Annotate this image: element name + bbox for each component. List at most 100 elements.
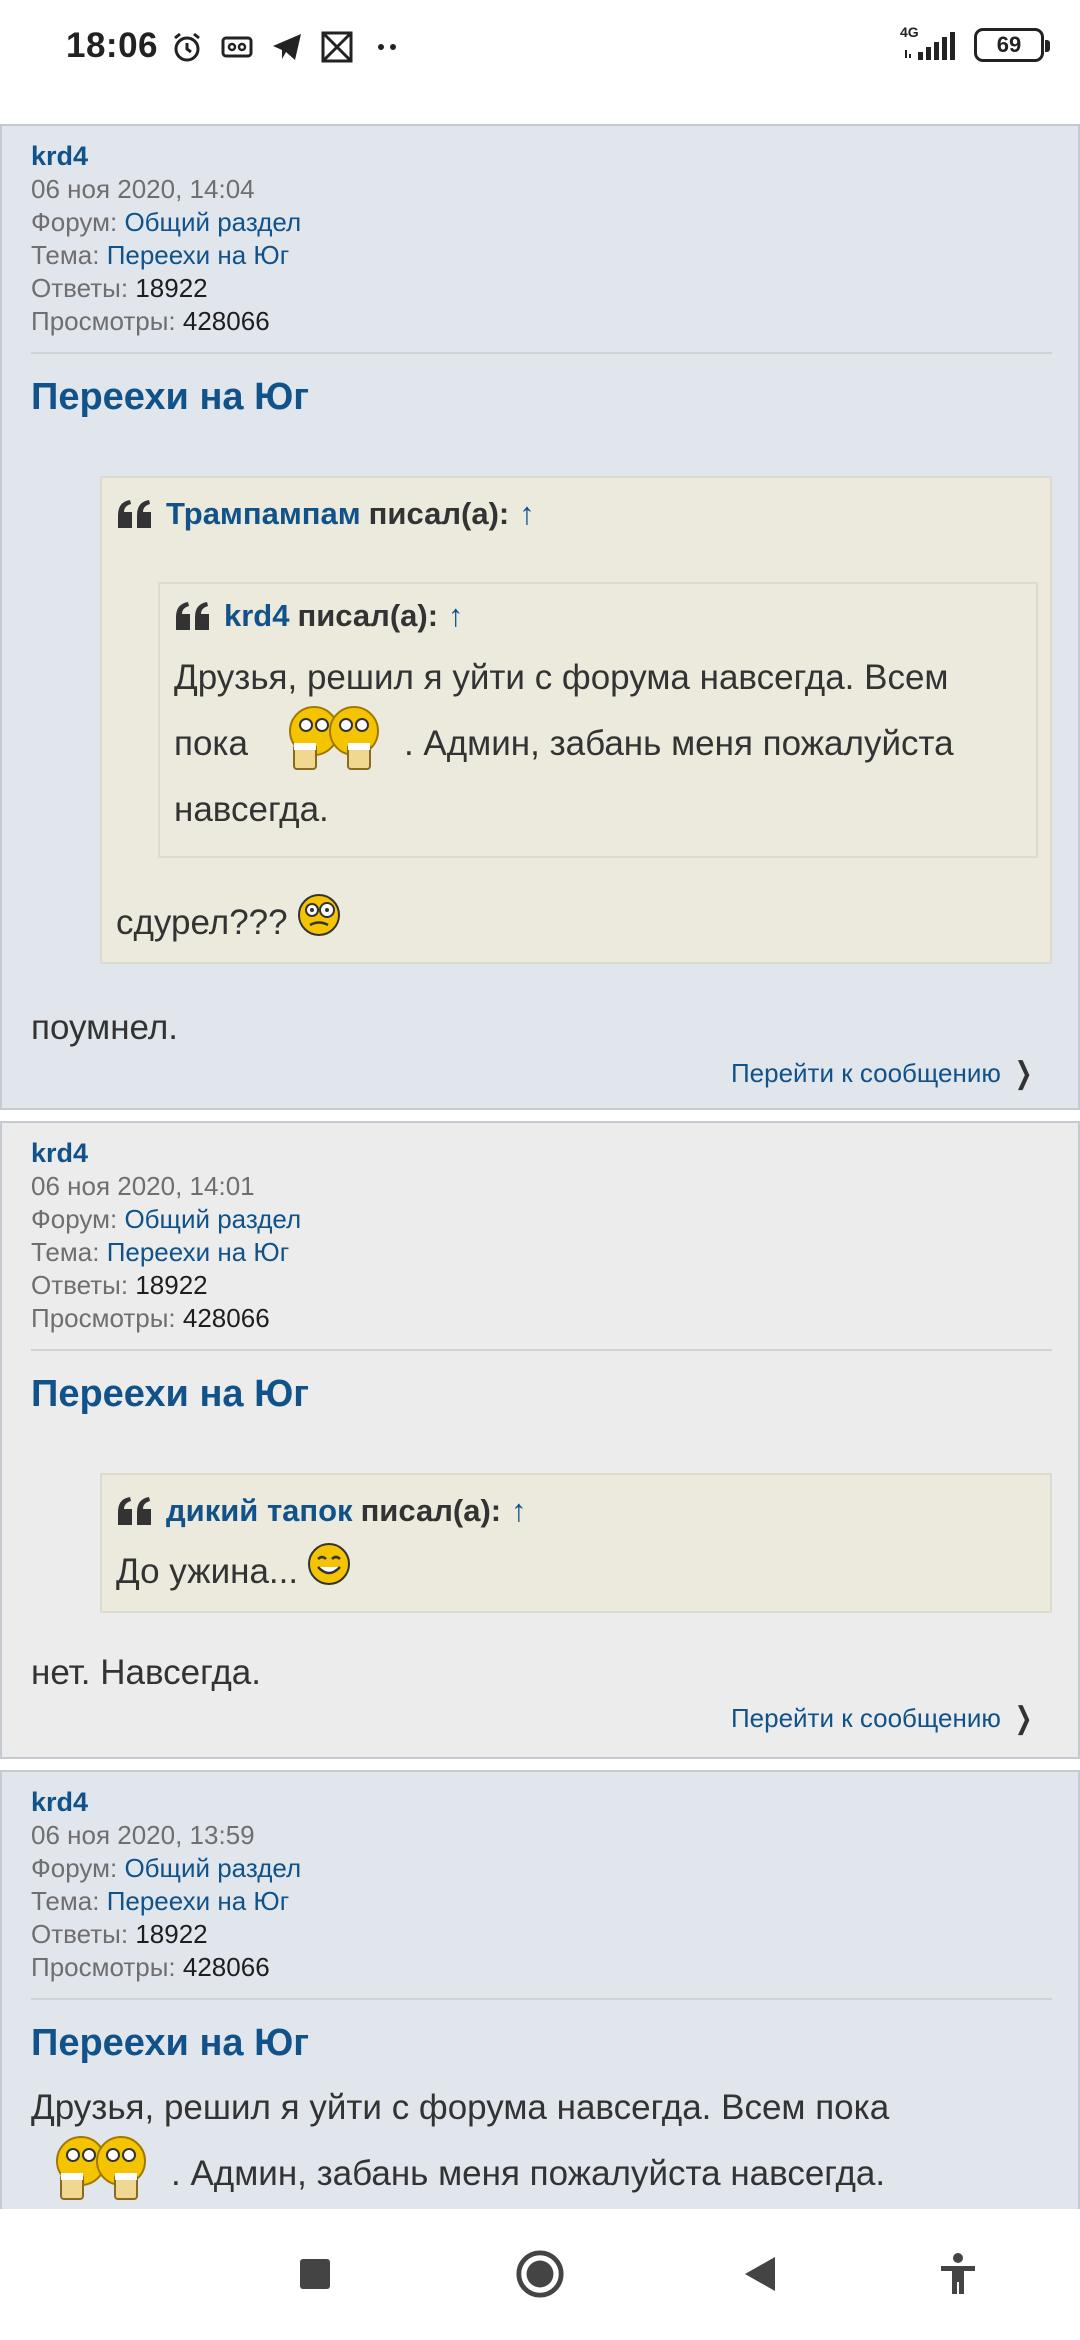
quote-icon — [174, 601, 212, 631]
forum-label: Форум: — [31, 207, 118, 237]
status-system-icons: 4G 69 — [900, 24, 1050, 62]
status-notification-icons — [170, 30, 404, 64]
quote-author-link[interactable]: дикий тапок — [166, 1493, 353, 1529]
beer-smiley-icon — [53, 2131, 149, 2218]
post-title[interactable]: Переехи на Юг — [31, 1373, 309, 1416]
quote-icon — [116, 1496, 154, 1526]
post-author[interactable]: krd4 — [31, 141, 88, 171]
post-title[interactable]: Переехи на Юг — [31, 376, 309, 419]
goto-post-link[interactable]: Перейти к сообщению ❯ — [731, 1701, 1036, 1736]
system-nav-bar — [0, 2209, 1080, 2340]
quote-source-link[interactable]: ↑ — [448, 598, 464, 634]
goto-post-label: Перейти к сообщению — [730, 1703, 1001, 1733]
telegram-icon — [270, 30, 304, 64]
back-triangle-icon[interactable] — [735, 2249, 785, 2299]
post-content: нет. Навсегда. — [31, 1653, 261, 1692]
quote-header: дикий тапок писал(а): ↑ — [116, 1493, 527, 1529]
post-title[interactable]: Переехи на Юг — [31, 2022, 309, 2065]
quote-source-link[interactable]: ↑ — [511, 1493, 527, 1529]
search-result-post: krd4 06 ноя 2020, 14:01 Форум: Общий раз… — [0, 1121, 1080, 1759]
views-label: Просмотры: — [31, 306, 176, 336]
quote-wrote: писал(а): — [360, 1493, 502, 1528]
chevron-right-icon: ❯ — [1014, 1702, 1033, 1735]
network-type: 4G — [900, 24, 919, 40]
quote-author-link[interactable]: krd4 — [224, 598, 289, 634]
replies-count: 18922 — [135, 273, 208, 303]
post-meta: krd4 06 ноя 2020, 14:01 Форум: Общий раз… — [2, 1137, 301, 1335]
quote-text-line: пока — [174, 724, 248, 763]
topic-link[interactable]: Переехи на Юг — [107, 240, 290, 270]
quote-wrote: писал(а): — [368, 496, 510, 531]
goto-post-label: Перейти к сообщению — [730, 1058, 1001, 1088]
quote-source-link[interactable]: ↑ — [519, 496, 535, 532]
views-label: Просмотры: — [31, 1303, 176, 1333]
quote-text: До ужина... — [116, 1541, 352, 1602]
quote-icon — [116, 499, 154, 529]
home-circle-icon[interactable] — [515, 2249, 565, 2299]
post-meta: krd4 06 ноя 2020, 14:04 Форум: Общий раз… — [2, 140, 301, 338]
more-dots-icon — [370, 30, 404, 64]
quote-text-line: До ужина... — [116, 1551, 299, 1591]
forum-link[interactable]: Общий раздел — [124, 207, 301, 237]
quote-header: krd4 писал(а): ↑ — [174, 598, 464, 634]
quote-text-line: Друзья, решил я уйти с форума навсегда. … — [174, 658, 949, 697]
search-result-post: krd4 06 ноя 2020, 14:04 Форум: Общий раз… — [0, 124, 1080, 1110]
post-content: поумнел. — [31, 1008, 178, 1047]
topic-link[interactable]: Переехи на Юг — [107, 1886, 290, 1916]
views-count: 428066 — [182, 306, 270, 336]
replies-label: Ответы: — [31, 1919, 129, 1949]
voicemail-icon — [220, 30, 254, 64]
signal-icon: 4G — [900, 24, 960, 62]
status-time: 18:06 — [66, 26, 159, 65]
views-label: Просмотры: — [31, 1952, 176, 1982]
post-divider — [31, 1998, 1052, 2000]
quote-text: сдурел??? — [116, 892, 342, 953]
quote-wrote: писал(а): — [297, 598, 439, 633]
post-content: Друзья, решил я уйти с форума навсегда. … — [31, 2082, 1051, 2214]
forum-label: Форум: — [31, 1204, 118, 1234]
forum-link[interactable]: Общий раздел — [124, 1204, 301, 1234]
beer-smiley-icon — [286, 701, 382, 788]
post-divider — [31, 1349, 1052, 1351]
smile-smiley-icon — [306, 1541, 352, 1602]
recents-square-icon[interactable] — [290, 2249, 340, 2299]
quote-text-line: сдурел??? — [116, 902, 288, 942]
post-content-line: . Админ, забань меня пожалуйста навсегда… — [171, 2154, 886, 2193]
replies-count: 18922 — [135, 1270, 208, 1300]
post-date: 06 ноя 2020, 14:01 — [31, 1171, 255, 1201]
alarm-icon — [170, 30, 204, 64]
quote-header: Трампампам писал(а): ↑ — [116, 496, 535, 532]
replies-label: Ответы: — [31, 273, 129, 303]
nested-quote-block: krd4 писал(а): ↑ Друзья, решил я уйти с … — [158, 582, 1038, 858]
views-count: 428066 — [182, 1952, 270, 1982]
views-count: 428066 — [182, 1303, 270, 1333]
topic-label: Тема: — [31, 240, 100, 270]
post-content-line: Друзья, решил я уйти с форума навсегда. … — [31, 2088, 890, 2127]
forum-link[interactable]: Общий раздел — [124, 1853, 301, 1883]
post-author[interactable]: krd4 — [31, 1787, 88, 1817]
quote-block: Трампампам писал(а): ↑ krd4 писал(а): ↑ … — [100, 476, 1052, 964]
post-divider — [31, 352, 1052, 354]
battery-indicator: 69 — [974, 28, 1050, 62]
quote-text-line: . Админ, забань меня пожалуйста — [403, 724, 954, 763]
topic-label: Тема: — [31, 1886, 100, 1916]
post-date: 06 ноя 2020, 14:04 — [31, 174, 255, 204]
accessibility-icon[interactable] — [933, 2249, 983, 2299]
topic-link[interactable]: Переехи на Юг — [107, 1237, 290, 1267]
post-author[interactable]: krd4 — [31, 1138, 88, 1168]
chevron-right-icon: ❯ — [1014, 1057, 1033, 1090]
topic-label: Тема: — [31, 1237, 100, 1267]
quote-text: Друзья, решил я уйти с форума навсегда. … — [174, 652, 1024, 836]
quote-text-line: навсегда. — [174, 790, 329, 829]
forum-label: Форум: — [31, 1853, 118, 1883]
status-bar: 18:06 4G 69 — [0, 0, 1080, 96]
confused-smiley-icon — [296, 892, 342, 953]
goto-post-link[interactable]: Перейти к сообщению ❯ — [731, 1056, 1036, 1091]
search-result-post: krd4 06 ноя 2020, 13:59 Форум: Общий раз… — [0, 1770, 1080, 2230]
quote-author-link[interactable]: Трампампам — [166, 496, 361, 532]
post-meta: krd4 06 ноя 2020, 13:59 Форум: Общий раз… — [2, 1786, 301, 1984]
quote-block: дикий тапок писал(а): ↑ До ужина... — [100, 1473, 1052, 1613]
replies-label: Ответы: — [31, 1270, 129, 1300]
post-date: 06 ноя 2020, 13:59 — [31, 1820, 255, 1850]
gallery-icon — [320, 30, 354, 64]
